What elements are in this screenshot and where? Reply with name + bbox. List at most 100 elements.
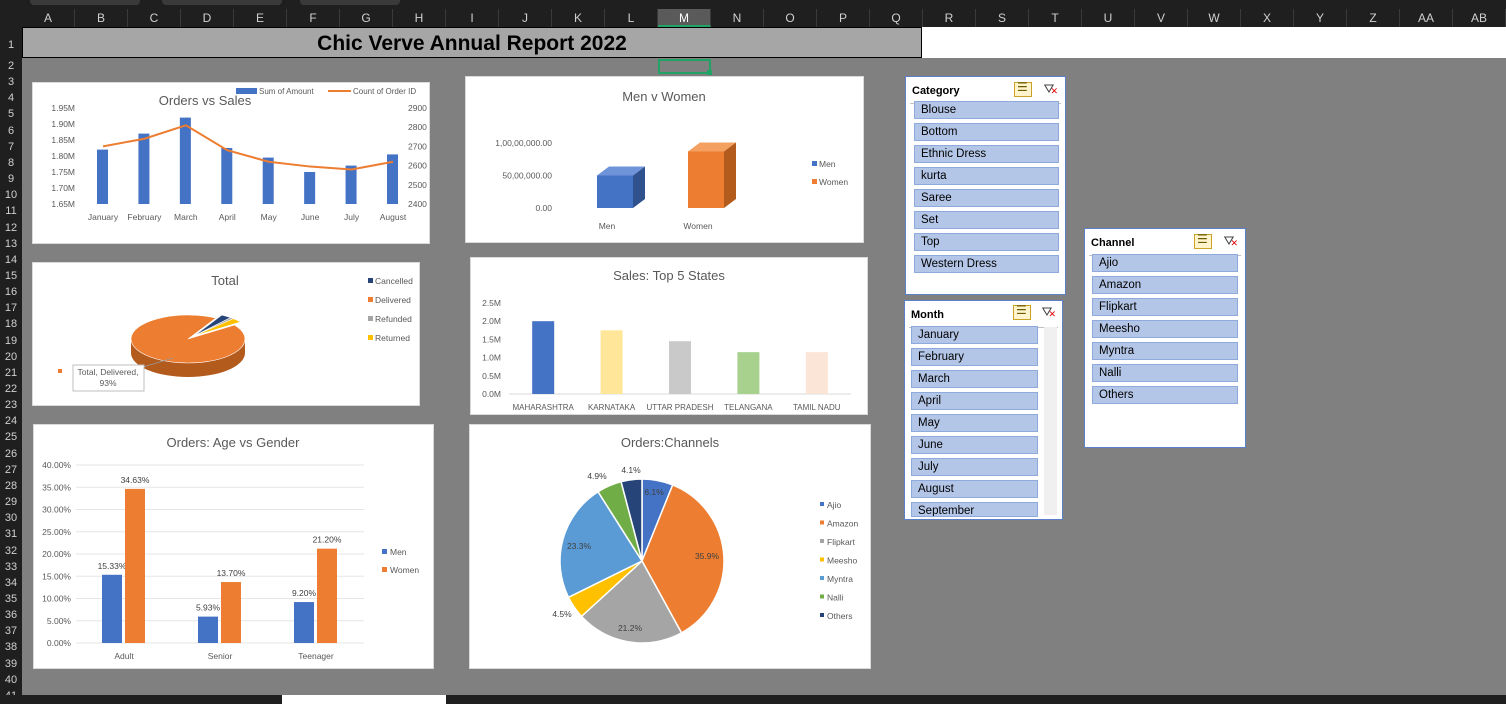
row-header[interactable]: 18 <box>0 318 22 330</box>
row-headers[interactable]: 1 2 3 4 5 6 7 8 9 10 11 12 13 14 15 16 17 18 19 20 21 22 23 24 2… <box>0 27 22 702</box>
slicer-item[interactable]: May <box>911 414 1038 432</box>
blank-cells[interactable] <box>922 27 1506 58</box>
slicer-item[interactable]: Others <box>1092 386 1238 404</box>
slicer-item[interactable]: kurta <box>914 167 1059 185</box>
row-header[interactable]: 17 <box>0 302 22 314</box>
column-header-o[interactable]: O <box>764 9 817 27</box>
row-header[interactable]: 15 <box>0 270 22 282</box>
column-header-f[interactable]: F <box>287 9 340 27</box>
row-header[interactable]: 37 <box>0 625 22 637</box>
slicer-item[interactable]: Ethnic Dress <box>914 145 1059 163</box>
row-header[interactable]: 19 <box>0 335 22 347</box>
column-header-y[interactable]: Y <box>1294 9 1347 27</box>
row-header[interactable]: 40 <box>0 674 22 686</box>
row-header[interactable]: 38 <box>0 641 22 653</box>
row-header[interactable]: 12 <box>0 222 22 234</box>
active-cell[interactable] <box>658 59 712 75</box>
column-header-ab[interactable]: AB <box>1453 9 1506 27</box>
slicer-item[interactable]: March <box>911 370 1038 388</box>
slicer-item[interactable]: Ajio <box>1092 254 1238 272</box>
column-header-i[interactable]: I <box>446 9 499 27</box>
row-header[interactable]: 6 <box>0 125 22 137</box>
column-header-w[interactable]: W <box>1188 9 1241 27</box>
row-header[interactable]: 16 <box>0 286 22 298</box>
column-header-x[interactable]: X <box>1241 9 1294 27</box>
row-header[interactable]: 1 <box>0 39 22 51</box>
column-header-aa[interactable]: AA <box>1400 9 1453 27</box>
channels-chart[interactable]: Orders:Channels 6.1% 35.9% 21.2% 4.5% 23.3% 4.… <box>469 424 871 669</box>
row-header[interactable]: 14 <box>0 254 22 266</box>
slicer-item[interactable]: Saree <box>914 189 1059 207</box>
report-title[interactable]: Chic Verve Annual Report 2022 <box>22 27 922 58</box>
row-header[interactable]: 34 <box>0 577 22 589</box>
column-header-d[interactable]: D <box>181 9 234 27</box>
row-header[interactable]: 23 <box>0 399 22 411</box>
row-header[interactable]: 9 <box>0 173 22 185</box>
column-header-z[interactable]: Z <box>1347 9 1400 27</box>
row-header[interactable]: 13 <box>0 238 22 250</box>
column-header-m[interactable]: M <box>658 9 711 27</box>
row-header[interactable]: 11 <box>0 205 22 217</box>
slicer-item[interactable]: Blouse <box>914 101 1059 119</box>
column-header-g[interactable]: G <box>340 9 393 27</box>
clear-filter-icon[interactable]: ⛛ ✕ <box>1220 234 1238 250</box>
row-header[interactable]: 10 <box>0 189 22 201</box>
row-header[interactable]: 33 <box>0 561 22 573</box>
column-headers[interactable]: A B C D E F G H I J K L M N O P Q R S T U V W X Y Z AA AB <box>0 9 1506 27</box>
column-header-l[interactable]: L <box>605 9 658 27</box>
column-header-p[interactable]: P <box>817 9 870 27</box>
column-header-h[interactable]: H <box>393 9 446 27</box>
toolbar-tab[interactable] <box>162 0 282 5</box>
toolbar-tab[interactable] <box>30 0 140 5</box>
row-header[interactable]: 8 <box>0 157 22 169</box>
top-states-chart[interactable]: Sales: Top 5 States 2.5M 2.0M 1.5M 1.0M 0.5M 0… <box>470 257 868 415</box>
row-header[interactable]: 4 <box>0 92 22 104</box>
month-slicer[interactable]: Month ⛛✕ January February March April May Jun… <box>904 300 1063 520</box>
column-header-b[interactable]: B <box>75 9 128 27</box>
row-header[interactable]: 39 <box>0 658 22 670</box>
slicer-item[interactable]: June <box>911 436 1038 454</box>
column-header-j[interactable]: J <box>499 9 552 27</box>
column-header-t[interactable]: T <box>1029 9 1082 27</box>
column-header-q[interactable]: Q <box>870 9 923 27</box>
row-header[interactable]: 2 <box>0 60 22 72</box>
row-header[interactable]: 24 <box>0 415 22 427</box>
orders-vs-sales-chart[interactable]: Orders vs Sales 1.95M 1.90M 1.85M 1.80M 1.75M… <box>32 82 430 244</box>
row-header[interactable]: 28 <box>0 480 22 492</box>
slicer-item[interactable]: Top <box>914 233 1059 251</box>
row-header[interactable]: 5 <box>0 108 22 120</box>
slicer-item[interactable]: Amazon <box>1092 276 1238 294</box>
row-header[interactable]: 30 <box>0 512 22 524</box>
column-header-u[interactable]: U <box>1082 9 1135 27</box>
row-header[interactable]: 27 <box>0 464 22 476</box>
row-header[interactable]: 32 <box>0 545 22 557</box>
row-header[interactable]: 36 <box>0 609 22 621</box>
slicer-item[interactable]: Western Dress <box>914 255 1059 273</box>
slicer-item[interactable]: Flipkart <box>1092 298 1238 316</box>
sheet-tab[interactable] <box>282 695 446 704</box>
category-slicer[interactable]: Category ⛛✕ Blouse Bottom Ethnic Dress kurt… <box>905 76 1066 295</box>
total-status-chart[interactable]: Total Total, Delivered, 93% Cancelled Delive… <box>32 262 420 406</box>
channel-slicer[interactable]: Channel ⛛✕ Ajio Amazon Flipkart Meesho Myntr… <box>1084 228 1246 448</box>
multi-select-icon[interactable] <box>1014 80 1032 97</box>
slicer-scrollbar[interactable] <box>1044 327 1057 515</box>
column-header-e[interactable]: E <box>234 9 287 27</box>
row-header[interactable]: 26 <box>0 448 22 460</box>
column-header-r[interactable]: R <box>923 9 976 27</box>
slicer-item[interactable]: April <box>911 392 1038 410</box>
column-header-s[interactable]: S <box>976 9 1029 27</box>
column-header-n[interactable]: N <box>711 9 764 27</box>
row-header[interactable]: 3 <box>0 76 22 88</box>
slicer-item[interactable]: Bottom <box>914 123 1059 141</box>
slicer-item[interactable]: February <box>911 348 1038 366</box>
column-header-c[interactable]: C <box>128 9 181 27</box>
slicer-item[interactable]: January <box>911 326 1038 344</box>
column-header-k[interactable]: K <box>552 9 605 27</box>
multi-select-icon[interactable] <box>1013 303 1031 320</box>
slicer-item[interactable]: Nalli <box>1092 364 1238 382</box>
row-header[interactable]: 20 <box>0 351 22 363</box>
toolbar-tab[interactable] <box>300 0 400 5</box>
row-header[interactable]: 21 <box>0 367 22 379</box>
men-v-women-chart[interactable]: Men v Women 1,00,00,000.00 50,00,000.00 0.0… <box>465 76 864 243</box>
slicer-item[interactable]: Meesho <box>1092 320 1238 338</box>
